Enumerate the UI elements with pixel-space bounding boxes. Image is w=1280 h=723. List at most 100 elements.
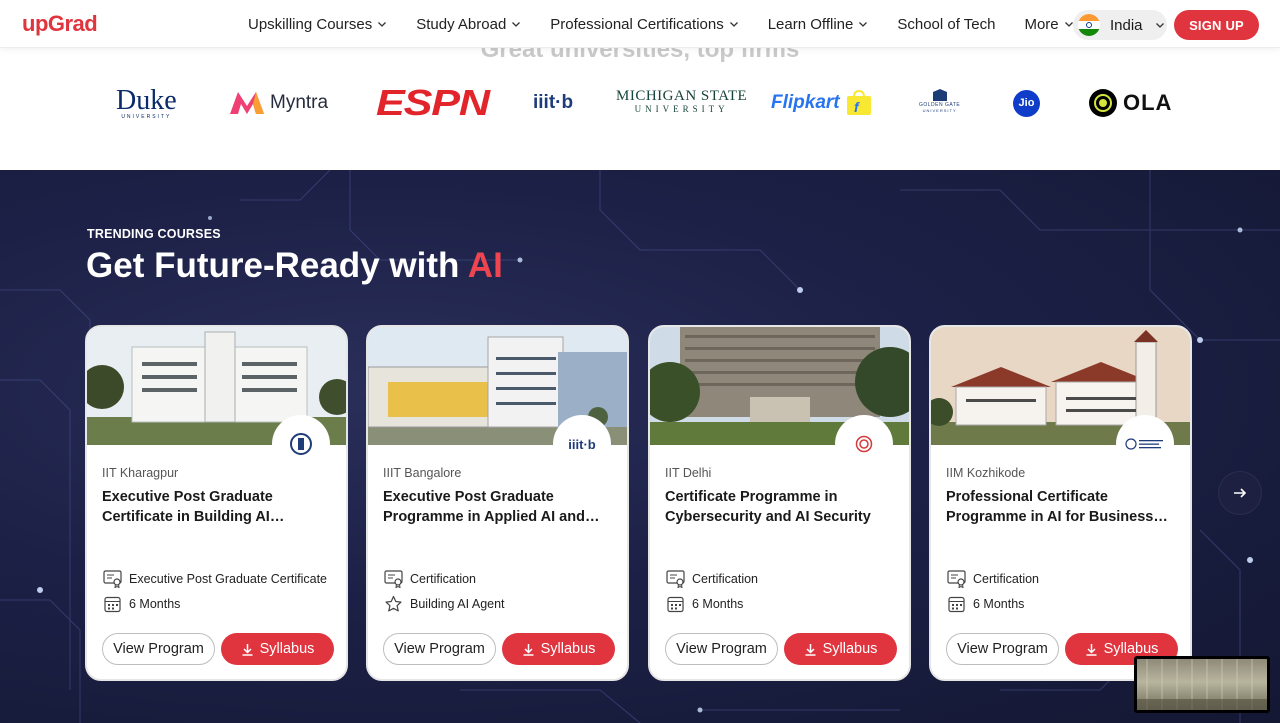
calendar-icon xyxy=(104,596,121,613)
card-duration: 6 Months xyxy=(666,595,743,613)
nav-professional-certifications[interactable]: Professional Certifications xyxy=(550,16,738,33)
star-icon xyxy=(385,595,402,612)
headline-accent: AI xyxy=(467,246,503,285)
view-program-button[interactable]: View Program xyxy=(102,633,215,665)
golden-gate-crest-icon xyxy=(932,89,947,101)
card-highlight: Building AI Agent xyxy=(384,595,505,613)
iiitb-logo-text: iiit·b xyxy=(533,92,574,113)
certificate-icon xyxy=(103,570,122,588)
michigan-state-logo-text: MICHIGAN STATE xyxy=(616,88,748,104)
nav-more[interactable]: More xyxy=(1024,16,1073,33)
course-card[interactable]: IIM Kozhikode Professional Certificate P… xyxy=(929,325,1192,681)
chevron-down-icon xyxy=(512,22,521,27)
course-card[interactable]: iiit·b IIIT Bangalore Executive Post Gra… xyxy=(366,325,629,681)
iim-kozhikode-emblem-icon xyxy=(1116,415,1174,473)
michigan-state-logo: MICHIGAN STATE UNIVERSITY xyxy=(616,88,747,118)
nav-study-abroad[interactable]: Study Abroad xyxy=(416,16,521,33)
jio-logo-text: Jio xyxy=(1018,97,1035,109)
duke-logo-subtext: UNIVERSITY xyxy=(121,114,172,120)
card-title[interactable]: Certificate Programme in Cybersecurity a… xyxy=(665,487,900,527)
section-eyebrow: TRENDING COURSES xyxy=(87,227,221,241)
card-type: Certification xyxy=(666,570,758,588)
download-icon xyxy=(523,643,534,656)
flipkart-bag-icon: f xyxy=(846,90,871,115)
flipkart-logo: Flipkart f xyxy=(771,88,872,118)
jio-logo: Jio xyxy=(1013,88,1040,118)
india-flag-icon xyxy=(1078,14,1100,36)
myntra-logo: Myntra xyxy=(228,88,328,118)
card-institute: IIT Kharagpur xyxy=(102,466,179,480)
card-title[interactable]: Executive Post Graduate Programme in App… xyxy=(383,487,618,527)
michigan-state-logo-subtext: UNIVERSITY xyxy=(634,104,729,114)
upgrad-logo[interactable]: upGrad xyxy=(22,11,98,37)
syllabus-button[interactable]: Syllabus xyxy=(784,633,897,665)
calendar-icon xyxy=(667,596,684,613)
ola-circle-icon xyxy=(1089,89,1117,117)
card-title[interactable]: Executive Post Graduate Certificate in B… xyxy=(102,487,337,527)
iit-kharagpur-emblem-icon xyxy=(272,415,330,473)
partners-heading: Great universities, top firms xyxy=(480,48,800,63)
nav-item-label: More xyxy=(1024,15,1059,33)
card-duration-label: 6 Months xyxy=(129,597,181,611)
trending-courses-section: TRENDING COURSES Get Future-Ready with A… xyxy=(0,170,1280,723)
card-duration-label: 6 Months xyxy=(973,597,1025,611)
card-type: Certification xyxy=(947,570,1039,588)
card-type-label: Certification xyxy=(973,572,1039,586)
chevron-down-icon xyxy=(729,22,738,27)
card-institute: IIT Delhi xyxy=(665,466,712,480)
view-program-button[interactable]: View Program xyxy=(946,633,1059,665)
nav-upskilling-courses[interactable]: Upskilling Courses xyxy=(248,16,387,33)
nav-learn-offline[interactable]: Learn Offline xyxy=(768,16,869,33)
signup-button[interactable]: SIGN UP xyxy=(1174,10,1259,40)
carousel-next-button[interactable] xyxy=(1219,472,1261,514)
golden-gate-logo-subtext: UNIVERSITY xyxy=(922,108,957,113)
card-type: Certification xyxy=(384,570,476,588)
section-headline: Get Future-Ready with AI xyxy=(86,246,503,286)
card-institute: IIIT Bangalore xyxy=(383,466,462,480)
certificate-icon xyxy=(947,570,966,588)
chevron-down-icon xyxy=(378,22,387,27)
syllabus-button[interactable]: Syllabus xyxy=(221,633,334,665)
nav-item-label: Study Abroad xyxy=(416,15,507,33)
country-selector[interactable]: India xyxy=(1073,10,1167,40)
card-type-label: Executive Post Graduate Certificate xyxy=(129,572,328,586)
country-label: India xyxy=(1110,16,1143,34)
syllabus-button[interactable]: Syllabus xyxy=(502,633,615,665)
card-duration-label: 6 Months xyxy=(692,597,744,611)
syllabus-label: Syllabus xyxy=(540,641,596,657)
partner-logo-strip: Great universities, top firms Duke UNIVE… xyxy=(0,48,1280,170)
chevron-down-icon xyxy=(859,22,868,27)
nav-item-label: Learn Offline xyxy=(767,15,854,33)
top-navbar: upGrad Upskilling Courses Study Abroad P… xyxy=(0,0,1280,48)
ola-logo: OLA xyxy=(1089,88,1172,118)
iit-delhi-emblem-icon xyxy=(835,415,893,473)
course-card[interactable]: IIT Delhi Certificate Programme in Cyber… xyxy=(648,325,911,681)
card-duration: 6 Months xyxy=(103,595,180,613)
certificate-icon xyxy=(666,570,685,588)
nav-menu: Upskilling Courses Study Abroad Professi… xyxy=(248,0,1103,48)
course-card[interactable]: IIT Kharagpur Executive Post Graduate Ce… xyxy=(85,325,348,681)
arrow-right-icon xyxy=(1234,488,1247,498)
syllabus-label: Syllabus xyxy=(1103,641,1159,657)
card-title[interactable]: Professional Certificate Programme in AI… xyxy=(946,487,1181,527)
myntra-m-icon xyxy=(230,92,264,114)
nav-item-label: Professional Certifications xyxy=(550,15,724,33)
flipkart-logo-text: Flipkart xyxy=(771,92,840,113)
view-program-button[interactable]: View Program xyxy=(665,633,778,665)
view-program-button[interactable]: View Program xyxy=(383,633,496,665)
chevron-down-icon xyxy=(1155,23,1164,28)
card-type-label: Certification xyxy=(692,572,758,586)
syllabus-label: Syllabus xyxy=(259,641,315,657)
card-institute: IIM Kozhikode xyxy=(946,466,1026,480)
card-type: Executive Post Graduate Certificate xyxy=(103,570,327,588)
nav-school-of-tech[interactable]: School of Tech xyxy=(897,16,995,33)
card-highlight-label: Building AI Agent xyxy=(410,597,505,611)
video-preview-thumbnail[interactable] xyxy=(1134,656,1270,713)
card-type-label: Certification xyxy=(410,572,476,586)
duke-logo-text: Duke xyxy=(116,85,177,116)
download-icon xyxy=(805,643,816,656)
calendar-icon xyxy=(948,596,965,613)
certificate-icon xyxy=(384,570,403,588)
myntra-logo-text: Myntra xyxy=(270,92,329,113)
headline-text: Get Future-Ready with xyxy=(86,246,468,285)
